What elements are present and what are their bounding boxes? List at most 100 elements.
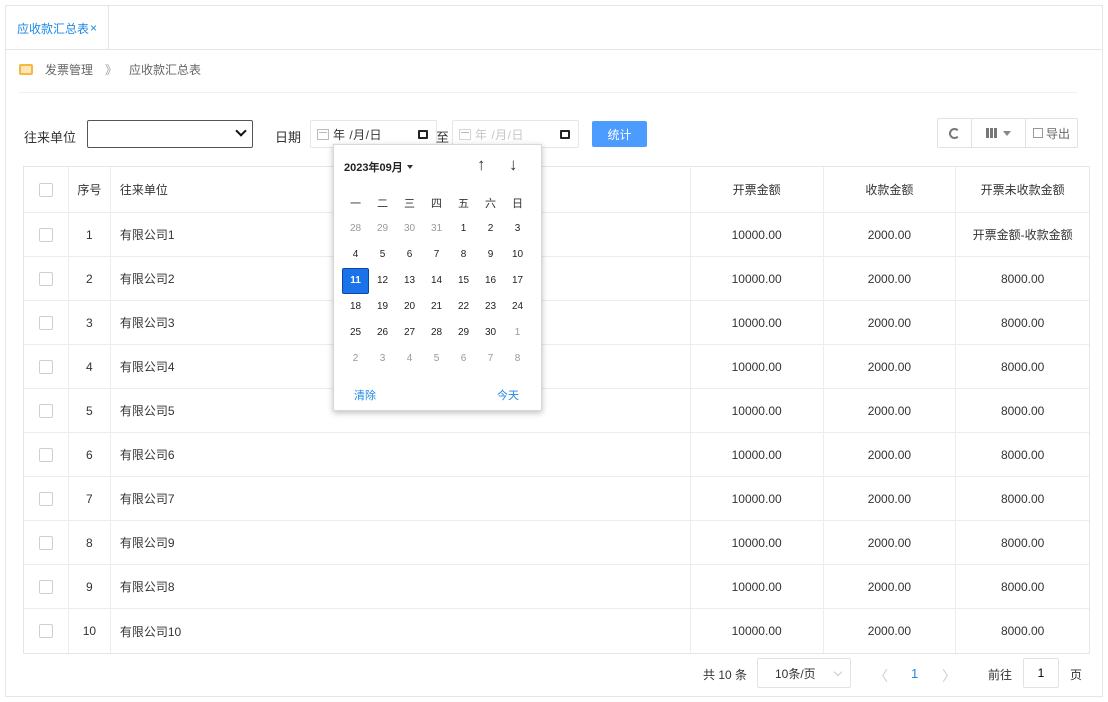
cell-unreceived: 8000.00: [1000, 315, 1045, 330]
calendar-day[interactable]: 10: [504, 242, 531, 268]
tab-bar: 应收款汇总表 ×: [6, 6, 1102, 50]
row-checkbox[interactable]: [38, 447, 53, 462]
refresh-icon: [949, 127, 960, 139]
row-checkbox[interactable]: [38, 403, 53, 418]
calendar-day[interactable]: 13: [396, 268, 423, 294]
header-received[interactable]: 收款金额: [824, 167, 957, 212]
calendar-day[interactable]: 17: [504, 268, 531, 294]
calendar-day[interactable]: 8: [504, 346, 531, 372]
calendar-day[interactable]: 25: [342, 320, 369, 346]
current-page[interactable]: 1: [911, 666, 918, 681]
prev-month-button[interactable]: ↑: [477, 155, 486, 175]
calendar-day[interactable]: 23: [477, 294, 504, 320]
date-picker-icon[interactable]: [560, 129, 570, 139]
cell-seq: 1: [69, 213, 111, 256]
row-checkbox[interactable]: [38, 359, 53, 374]
calendar-day[interactable]: 21: [423, 294, 450, 320]
calendar-day[interactable]: 8: [450, 242, 477, 268]
calendar-day[interactable]: 15: [450, 268, 477, 294]
month-selector[interactable]: 2023年09月: [344, 159, 413, 175]
calendar-day[interactable]: 28: [423, 320, 450, 346]
calendar-day[interactable]: 4: [342, 242, 369, 268]
cell-unreceived: 8000.00: [1000, 535, 1045, 550]
calendar-week-row: 11 12 13 14 15 16 17: [342, 268, 534, 294]
chevron-down-icon: [833, 667, 843, 677]
close-icon[interactable]: ×: [90, 21, 97, 35]
calendar-day[interactable]: 29: [450, 320, 477, 346]
calendar-day[interactable]: 16: [477, 268, 504, 294]
cell-received: 2000.00: [824, 433, 957, 476]
pagination-total: 共 10 条: [703, 668, 748, 682]
calendar-day[interactable]: 26: [369, 320, 396, 346]
calendar-day[interactable]: 4: [396, 346, 423, 372]
refresh-button[interactable]: [938, 119, 972, 147]
calendar-day[interactable]: 3: [369, 346, 396, 372]
calendar-day[interactable]: 7: [477, 346, 504, 372]
date-to-value: 年 /月/日: [475, 127, 525, 142]
row-checkbox[interactable]: [38, 227, 53, 242]
calendar-day[interactable]: 29: [369, 216, 396, 242]
row-checkbox[interactable]: [38, 624, 53, 638]
row-checkbox-cell: [24, 477, 69, 520]
calendar-icon: [317, 128, 329, 140]
breadcrumb-parent[interactable]: 发票管理: [45, 61, 93, 78]
table-row: 1 有限公司1 10000.00 2000.00 开票金额-收款金额: [24, 213, 1089, 257]
row-checkbox[interactable]: [38, 491, 53, 506]
cell-unreceived: 8000.00: [1000, 359, 1045, 374]
select-all-checkbox[interactable]: [38, 182, 53, 197]
partner-select[interactable]: [87, 120, 253, 148]
calendar-day[interactable]: 2: [477, 216, 504, 242]
calendar-day[interactable]: 30: [477, 320, 504, 346]
prev-page-button[interactable]: 〈: [874, 666, 888, 686]
row-checkbox[interactable]: [38, 271, 53, 286]
caret-down-icon: [1003, 130, 1011, 136]
calendar-day[interactable]: 24: [504, 294, 531, 320]
calendar-day[interactable]: 7: [423, 242, 450, 268]
table-row: 2 有限公司2 10000.00 2000.00 8000.00: [24, 257, 1089, 301]
calendar-day[interactable]: 18: [342, 294, 369, 320]
calendar-day[interactable]: 20: [396, 294, 423, 320]
calendar-day[interactable]: 6: [396, 242, 423, 268]
calendar-day[interactable]: 28: [342, 216, 369, 242]
cell-received: 2000.00: [824, 389, 957, 432]
cell-unreceived: 8000.00: [1000, 447, 1045, 462]
calendar-day[interactable]: 22: [450, 294, 477, 320]
calendar-day[interactable]: 19: [369, 294, 396, 320]
calendar-day[interactable]: 1: [504, 320, 531, 346]
calendar-day[interactable]: 3: [504, 216, 531, 242]
calendar-day[interactable]: 31: [423, 216, 450, 242]
export-button[interactable]: 导出: [1026, 119, 1077, 147]
next-month-button[interactable]: ↓: [509, 155, 518, 175]
goto-page-input[interactable]: [1023, 658, 1059, 688]
calendar-day[interactable]: 30: [396, 216, 423, 242]
calendar-day[interactable]: 9: [477, 242, 504, 268]
next-page-button[interactable]: 〉: [942, 666, 956, 686]
today-button[interactable]: 今天: [497, 387, 519, 403]
calendar-day[interactable]: 14: [423, 268, 450, 294]
calendar-day[interactable]: 5: [423, 346, 450, 372]
calendar-icon: [459, 128, 471, 140]
calendar-day-selected[interactable]: 11: [342, 268, 369, 294]
page-size-select[interactable]: 10条/页: [757, 658, 851, 688]
calendar-day[interactable]: 5: [369, 242, 396, 268]
tab-receivable-summary[interactable]: 应收款汇总表 ×: [6, 6, 109, 50]
calendar-day[interactable]: 6: [450, 346, 477, 372]
header-invoiced[interactable]: 开票金额: [691, 167, 824, 212]
date-picker-icon[interactable]: [418, 129, 428, 139]
calendar-day[interactable]: 2: [342, 346, 369, 372]
clear-button[interactable]: 清除: [354, 387, 376, 403]
row-checkbox[interactable]: [38, 535, 53, 550]
columns-button[interactable]: [972, 119, 1026, 147]
page-unit-label: 页: [1070, 668, 1083, 682]
row-checkbox[interactable]: [38, 579, 53, 594]
statistics-button[interactable]: 统计: [592, 121, 647, 147]
row-checkbox-cell: [24, 257, 69, 300]
row-checkbox[interactable]: [38, 315, 53, 330]
calendar-day[interactable]: 12: [369, 268, 396, 294]
row-checkbox-cell: [24, 345, 69, 388]
header-unreceived[interactable]: 开票未收款金额: [956, 167, 1089, 212]
cell-unreceived: 8000.00: [1000, 491, 1045, 506]
calendar-day[interactable]: 1: [450, 216, 477, 242]
export-label: 导出: [1045, 126, 1070, 141]
calendar-day[interactable]: 27: [396, 320, 423, 346]
